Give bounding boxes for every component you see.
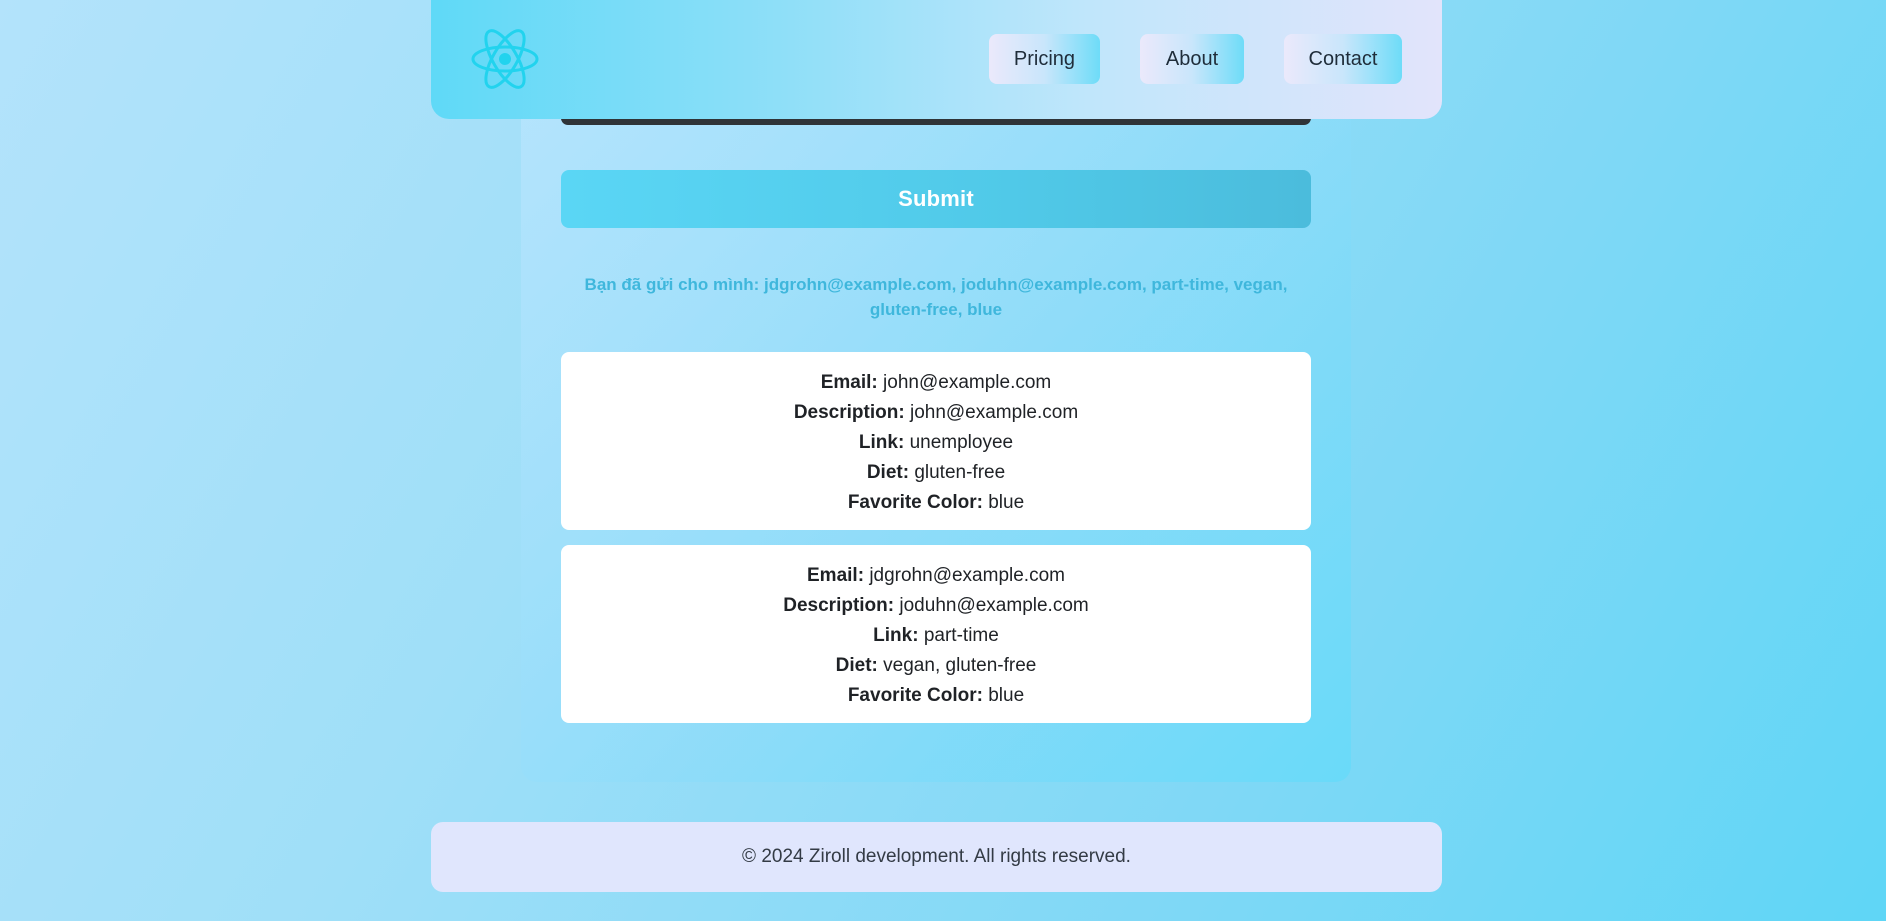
link-value: unemployee	[909, 432, 1014, 453]
diet-label: Diet:	[835, 655, 878, 676]
entry-link-line: Link: unemployee	[561, 428, 1311, 458]
link-label: Link:	[873, 625, 919, 646]
entry-diet-line: Diet: vegan, gluten-free	[561, 651, 1311, 681]
entry-description-line: Description: joduhn@example.com	[561, 591, 1311, 621]
entry-email-line: Email: jdgrohn@example.com	[561, 561, 1311, 591]
react-atom-icon[interactable]	[470, 26, 540, 92]
entry-card: Email: jdgrohn@example.com Description: …	[561, 545, 1311, 723]
email-value: jdgrohn@example.com	[869, 565, 1065, 586]
entry-diet-line: Diet: gluten-free	[561, 458, 1311, 488]
submitted-message: Bạn đã gửi cho mình: jdgrohn@example.com…	[584, 275, 1288, 319]
entry-color-line: Favorite Color: blue	[561, 488, 1311, 518]
description-label: Description:	[783, 595, 895, 616]
diet-label: Diet:	[866, 462, 910, 483]
footer-copyright: © 2024 Ziroll development. All rights re…	[742, 846, 1131, 867]
email-label: Email:	[807, 565, 865, 586]
entry-color-line: Favorite Color: blue	[561, 681, 1311, 711]
link-label: Link:	[858, 432, 905, 453]
entry-card: Email: john@example.com Description: joh…	[561, 352, 1311, 530]
email-label: Email:	[820, 372, 878, 393]
link-value: part-time	[923, 625, 999, 646]
favorite-color-value: blue	[988, 492, 1025, 513]
submit-button[interactable]: Submit	[561, 170, 1311, 228]
description-value: john@example.com	[909, 402, 1079, 423]
diet-value: gluten-free	[914, 462, 1006, 483]
diet-value: vegan, gluten-free	[883, 655, 1037, 676]
favorite-color-label: Favorite Color:	[847, 492, 983, 513]
entry-email-line: Email: john@example.com	[561, 368, 1311, 398]
entry-description-line: Description: john@example.com	[561, 398, 1311, 428]
description-value: joduhn@example.com	[899, 595, 1089, 616]
description-label: Description:	[793, 402, 905, 423]
site-footer: © 2024 Ziroll development. All rights re…	[431, 822, 1442, 892]
nav-pricing-button[interactable]: Pricing	[989, 34, 1100, 84]
nav-about-button[interactable]: About	[1140, 34, 1244, 84]
favorite-color-label: Favorite Color:	[847, 685, 983, 706]
favorite-color-value: blue	[988, 685, 1025, 706]
email-value: john@example.com	[883, 372, 1052, 393]
nav-contact-button[interactable]: Contact	[1284, 34, 1402, 84]
entry-link-line: Link: part-time	[561, 621, 1311, 651]
